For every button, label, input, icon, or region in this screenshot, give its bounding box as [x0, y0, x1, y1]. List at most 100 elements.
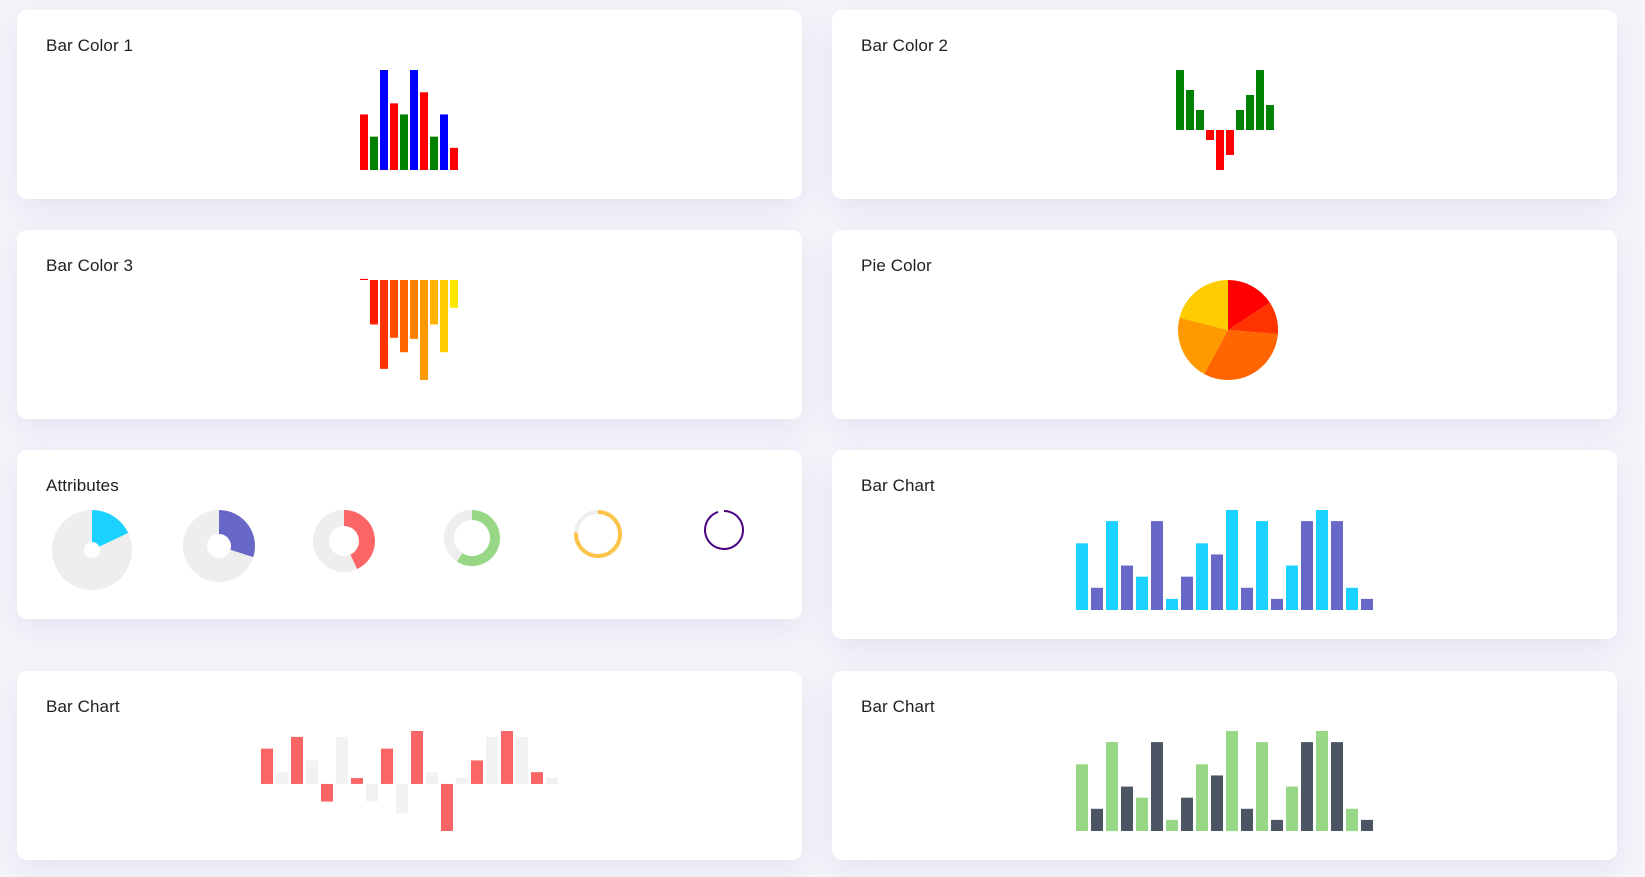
card-bar-chart-b: Bar Chart: [17, 671, 802, 860]
bar: [1236, 110, 1244, 130]
bar: [1241, 808, 1253, 831]
bar-chart-c: [1076, 731, 1373, 831]
card-title: Attributes: [46, 476, 119, 495]
bar: [1271, 819, 1283, 831]
bar: [420, 280, 428, 380]
bar: [1091, 587, 1103, 610]
card-title: Bar Color 3: [46, 256, 134, 275]
bar: [1331, 521, 1343, 610]
bar: [1271, 598, 1283, 610]
donut-arc: [457, 510, 500, 566]
bar: [456, 778, 468, 784]
bar-color-2-chart: [1176, 70, 1274, 170]
bar: [1106, 742, 1118, 831]
attribute-donut-4: [444, 510, 500, 566]
bar: [441, 783, 453, 831]
bar: [1331, 742, 1343, 831]
bar: [1241, 587, 1253, 610]
attribute-donut-2: [183, 510, 255, 582]
card-attributes: Attributes: [17, 450, 802, 619]
bar: [1256, 70, 1264, 130]
bar: [1286, 786, 1298, 831]
bar-color-3-chart: [360, 278, 458, 380]
bar: [381, 748, 393, 784]
bar: [1346, 587, 1358, 610]
bar: [410, 70, 418, 170]
bar: [1121, 565, 1133, 610]
bar: [430, 280, 438, 325]
bar: [1136, 576, 1148, 610]
bar: [1316, 731, 1328, 831]
card-bar-chart-c: Bar Chart: [832, 671, 1617, 860]
bar: [1316, 510, 1328, 610]
bar: [1196, 110, 1204, 130]
bar: [276, 772, 288, 784]
attribute-donut-1: [52, 510, 132, 590]
bar: [336, 736, 348, 784]
bar: [1216, 130, 1224, 170]
card-title: Bar Color 2: [861, 36, 949, 55]
card-bar-chart-a: Bar Chart: [832, 450, 1617, 639]
bar: [1346, 808, 1358, 831]
card-title: Bar Chart: [46, 697, 120, 716]
donut-arc: [218, 510, 255, 558]
pie-color-chart: [1178, 280, 1279, 380]
bar-chart-a: [1076, 510, 1373, 610]
bar: [410, 280, 418, 339]
card-bar-color-3: Bar Color 3: [17, 230, 802, 419]
bar: [1301, 742, 1313, 831]
bar: [1211, 554, 1223, 610]
bar-color-1-chart: [360, 70, 458, 170]
bar: [321, 783, 333, 802]
attribute-donut-3: [313, 510, 375, 572]
bar: [1361, 598, 1373, 610]
bar: [471, 760, 483, 784]
bar: [1226, 510, 1238, 610]
bar: [501, 731, 513, 784]
bar: [546, 778, 558, 784]
bar: [1181, 797, 1193, 831]
card-title: Pie Color: [861, 256, 932, 275]
attribute-donut-5: [574, 510, 622, 558]
bar: [351, 778, 363, 784]
donut-arc: [90, 510, 129, 548]
bar: [1196, 543, 1208, 610]
bar: [420, 92, 428, 170]
attribute-donut-6: [704, 510, 744, 550]
bar: [1121, 786, 1133, 831]
card-bar-color-1: Bar Color 1: [17, 10, 802, 199]
bar: [1166, 598, 1178, 610]
bar: [450, 280, 458, 308]
bar: [1076, 543, 1088, 610]
bar: [1301, 521, 1313, 610]
bar: [516, 736, 528, 784]
bar: [390, 103, 398, 170]
bar: [370, 136, 378, 170]
card-title: Bar Chart: [861, 697, 935, 716]
bar: [1226, 130, 1234, 155]
bar: [360, 114, 368, 170]
bar: [1076, 764, 1088, 831]
bar: [1181, 576, 1193, 610]
bar: [400, 114, 408, 170]
bar: [1176, 70, 1184, 130]
bar: [440, 114, 448, 170]
bar: [430, 136, 438, 170]
bar: [1091, 808, 1103, 831]
card-bar-color-2: Bar Color 2: [832, 10, 1617, 199]
bar: [1246, 95, 1254, 130]
bar: [440, 280, 448, 353]
bar: [486, 736, 498, 784]
bar: [1136, 797, 1148, 831]
bar: [531, 772, 543, 784]
bar: [1226, 731, 1238, 831]
bar: [1151, 521, 1163, 610]
bar: [426, 772, 438, 784]
bar: [400, 280, 408, 353]
bar: [1151, 742, 1163, 831]
bar: [1211, 775, 1223, 831]
bar: [291, 736, 303, 784]
bar: [1361, 819, 1373, 831]
donut-arc: [704, 510, 744, 550]
card-title: Bar Chart: [861, 476, 935, 495]
